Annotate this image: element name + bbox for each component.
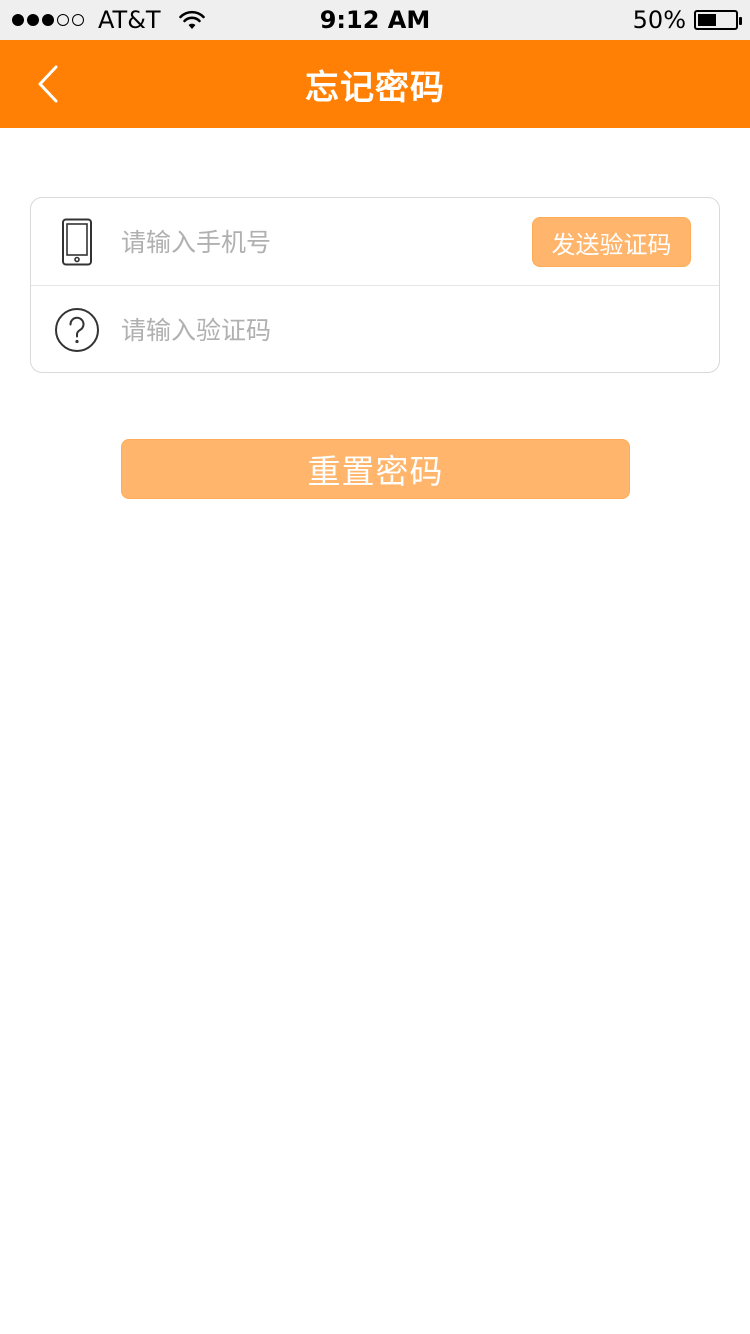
question-icon-wrapper — [53, 305, 101, 355]
carrier-name: AT&T — [98, 6, 161, 34]
signal-dot — [72, 14, 84, 26]
signal-dot — [42, 14, 54, 26]
verification-code-input[interactable] — [121, 304, 681, 356]
phone-input[interactable] — [121, 216, 521, 268]
question-circle-icon — [55, 308, 99, 352]
signal-strength-icon — [12, 14, 84, 26]
send-code-button[interactable]: 发送验证码 — [532, 217, 691, 267]
phone-row: 发送验证码 — [31, 198, 719, 286]
chevron-left-icon — [38, 65, 58, 103]
page-title: 忘记密码 — [305, 67, 445, 108]
reset-form-card: 发送验证码 — [30, 197, 720, 373]
phone-icon — [62, 218, 92, 266]
status-bar: AT&T 9:12 AM 50% — [0, 0, 750, 40]
battery-level-fill — [698, 14, 716, 26]
status-left: AT&T — [12, 0, 205, 40]
signal-dot — [27, 14, 39, 26]
phone-icon-wrapper — [53, 217, 101, 267]
nav-bar: 忘记密码 — [0, 40, 750, 128]
signal-dot — [12, 14, 24, 26]
battery-icon — [694, 10, 742, 30]
status-right: 50% — [632, 0, 742, 40]
reset-password-button[interactable]: 重置密码 — [121, 439, 630, 499]
code-row — [31, 286, 719, 374]
battery-percent: 50% — [632, 6, 686, 34]
back-button[interactable] — [18, 54, 78, 114]
signal-dot — [57, 14, 69, 26]
wifi-icon — [178, 10, 205, 29]
